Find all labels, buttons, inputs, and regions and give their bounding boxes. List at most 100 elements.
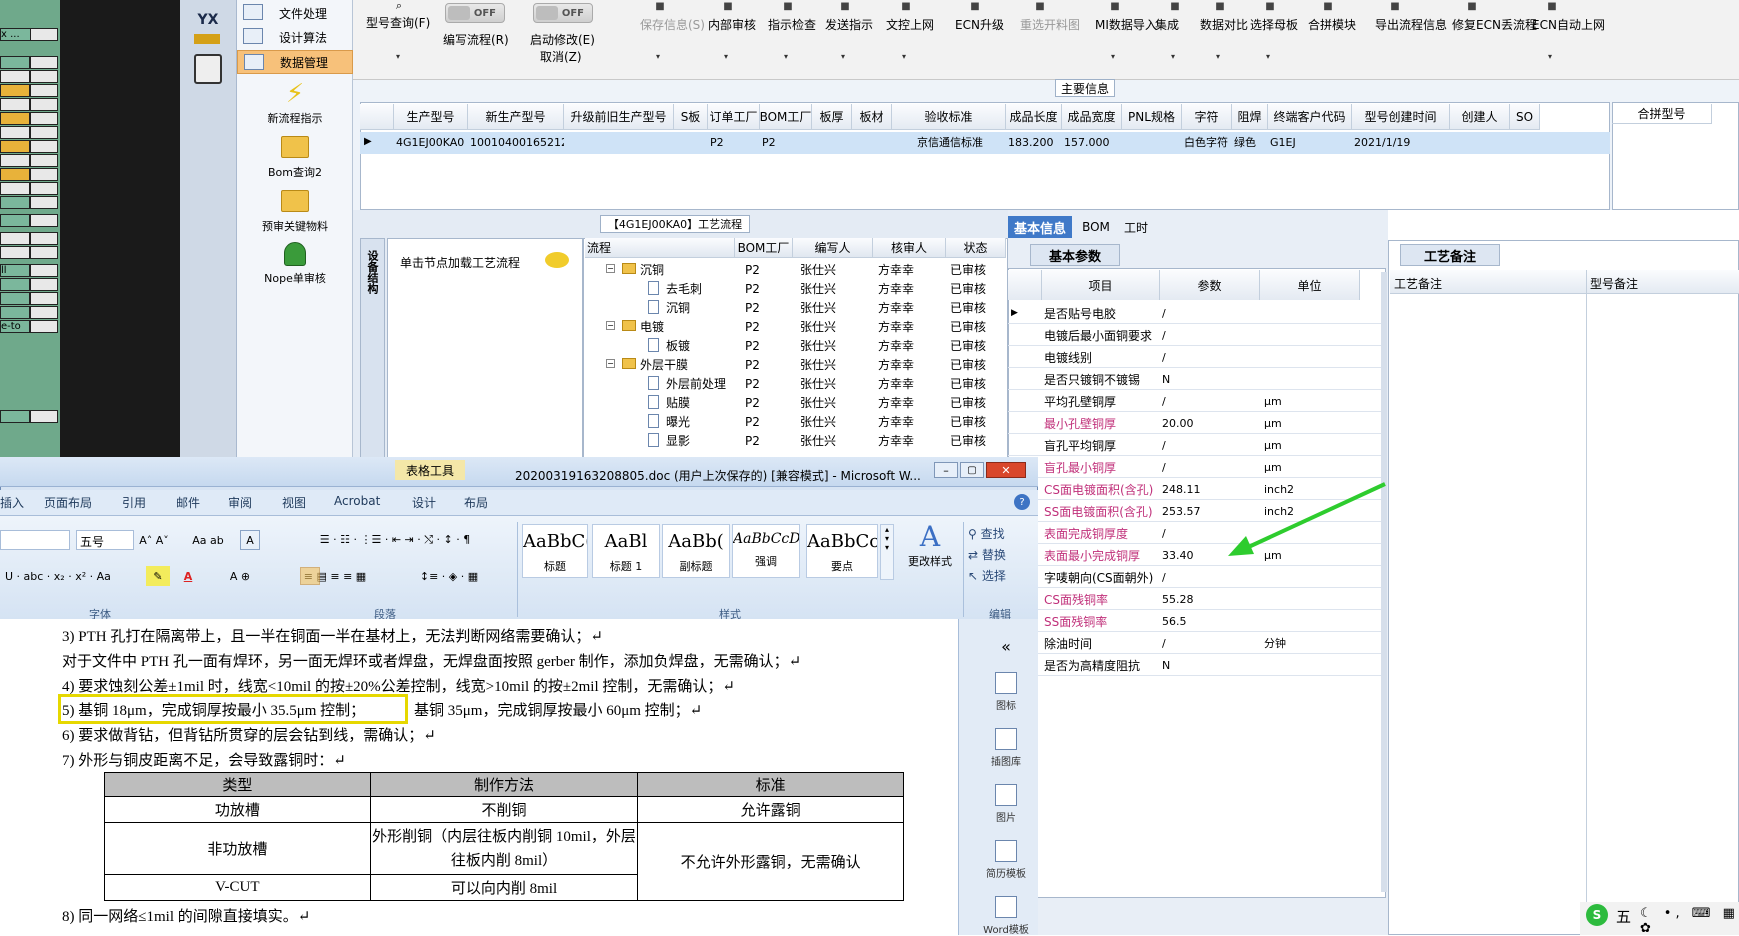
table-cell[interactable]	[566, 132, 674, 152]
calculator-icon[interactable]	[194, 54, 222, 84]
param-item[interactable]: SS面残铜率	[1044, 610, 1160, 632]
param-item[interactable]: 盲孔最小铜厚	[1044, 456, 1160, 478]
table-cell[interactable]: 4G1EJ00KA0	[396, 132, 468, 152]
replace-button[interactable]: ⇄ 替换	[968, 546, 1006, 563]
process-node[interactable]: 贴膜	[666, 393, 690, 412]
word-tab[interactable]: 邮件	[176, 494, 200, 511]
column-header[interactable]: 字符	[1182, 104, 1232, 130]
word-tab[interactable]: 页面布局	[44, 494, 92, 511]
process-node[interactable]: 沉铜	[640, 260, 664, 279]
column-header[interactable]: 升级前旧生产型号	[564, 104, 674, 130]
model-query-button[interactable]: 型号查询(F)	[366, 14, 430, 31]
new-process-button[interactable]: ⚡ 新流程指示	[237, 78, 353, 126]
param-value[interactable]: /	[1162, 390, 1258, 412]
table-cell[interactable]: 157.000	[1064, 132, 1122, 152]
nav-item-algorithm[interactable]: 设计算法	[237, 25, 353, 49]
param-value[interactable]: /	[1162, 324, 1258, 346]
process-col-header[interactable]: 核审人	[873, 238, 946, 258]
toolbar-button-13[interactable]: 选择母板	[1250, 16, 1298, 33]
toolbar-button-7[interactable]: 文控上网	[886, 16, 934, 33]
param-item[interactable]: CS面电镀面积(含孔)	[1044, 478, 1160, 500]
param-item[interactable]: 平均孔壁铜厚	[1044, 390, 1160, 412]
side-panel-button[interactable]: 图标	[982, 672, 1030, 712]
toolbar-button-10[interactable]: MI数据导入	[1095, 16, 1157, 33]
param-value[interactable]: N	[1162, 654, 1258, 676]
param-item[interactable]: 是否贴号电胶	[1044, 302, 1160, 324]
param-value[interactable]: /	[1162, 434, 1258, 456]
process-node[interactable]: 外层前处理	[666, 374, 726, 393]
tab-hours[interactable]: 工时	[1118, 216, 1154, 238]
process-col-header[interactable]: 编写人	[793, 238, 873, 258]
bom-query-button[interactable]: Bom查询2	[237, 136, 353, 180]
word-tab[interactable]: 审阅	[228, 494, 252, 511]
column-header[interactable]: 成品长度	[1006, 104, 1062, 130]
toolbar-button-8[interactable]: ECN升级	[955, 16, 1004, 33]
list-buttons[interactable]: ☰ · ☷ · ⋮☰ · ⇤ ⇥ · ⤭ · ↕ · ¶	[280, 530, 510, 550]
ime-mode[interactable]: 五	[1616, 906, 1631, 927]
column-header[interactable]: 成品宽度	[1062, 104, 1122, 130]
styles-scroll[interactable]: ▴ ▾ ▾	[880, 524, 894, 580]
side-panel-button[interactable]: 图片	[982, 784, 1030, 824]
scrollbar[interactable]	[1381, 272, 1387, 892]
param-value[interactable]: N	[1162, 368, 1258, 390]
style-option[interactable]: AaBbCcD 要点	[806, 524, 878, 578]
style-option[interactable]: AaBbC(标题	[522, 524, 588, 578]
param-item[interactable]: 除油时间	[1044, 632, 1160, 654]
toolbar-button-4[interactable]: 内部审核	[708, 16, 756, 33]
table-cell[interactable]	[814, 132, 852, 152]
collapse-icon[interactable]: «	[996, 636, 1016, 656]
table-cell[interactable]: 京信通信标准	[894, 132, 1006, 152]
column-header[interactable]: 板厚	[812, 104, 852, 130]
param-item[interactable]: 表面最小完成铜厚	[1044, 544, 1160, 566]
column-header[interactable]: 生产型号	[394, 104, 468, 130]
toolbar-button-11[interactable]: 集成	[1155, 16, 1179, 33]
toolbar-button-5[interactable]: 指示检查	[768, 16, 816, 33]
column-header[interactable]: 新生产型号	[468, 104, 564, 130]
param-value[interactable]: /	[1162, 456, 1258, 478]
toolbar-button-3[interactable]: 保存信息(S)	[640, 16, 705, 33]
ime-tool-icons[interactable]: ☾ •, ⌨ ▦ ✿	[1640, 906, 1739, 936]
collapse-icon[interactable]: −	[606, 321, 615, 330]
grow-font-button[interactable]: A˄ A˅	[134, 530, 174, 550]
table-cell[interactable]	[1512, 132, 1540, 152]
word-tab[interactable]: 布局	[464, 494, 488, 511]
column-header[interactable]: 创建人	[1450, 104, 1510, 130]
minimize-button[interactable]: –	[934, 462, 958, 478]
side-panel-button[interactable]: 简历模板	[982, 840, 1030, 880]
style-option[interactable]: AaBbCcD 强调	[732, 524, 800, 578]
nope-review-button[interactable]: Nope单审核	[237, 242, 353, 286]
tab-process-remarks[interactable]: 工艺备注	[1400, 244, 1500, 266]
change-styles-button[interactable]: A 更改样式	[900, 520, 960, 569]
table-cell[interactable]: 绿色	[1234, 132, 1268, 152]
param-item[interactable]: 电镀线别	[1044, 346, 1160, 368]
maximize-button[interactable]: ▢	[960, 462, 984, 478]
param-item[interactable]: 字唛朝向(CS面朝外)	[1044, 566, 1160, 588]
clear-format-button[interactable]: Aa ab	[178, 530, 238, 550]
process-col-header[interactable]: 流程	[585, 238, 735, 258]
param-item[interactable]: SS面电镀面积(含孔)	[1044, 500, 1160, 522]
collapse-icon[interactable]: −	[606, 359, 615, 368]
align-buttons[interactable]: ≡ ▤ ≡ ≡ ▦	[280, 566, 390, 586]
toolbar-button-12[interactable]: 数据对比	[1200, 16, 1248, 33]
word-tab[interactable]: 视图	[282, 494, 306, 511]
side-panel-button[interactable]: Word模板	[982, 896, 1030, 936]
tab-bom[interactable]: BOM	[1078, 216, 1114, 238]
column-header[interactable]: SO	[1510, 104, 1540, 130]
start-modify-toggle[interactable]: OFF	[533, 3, 593, 23]
table-cell[interactable]	[854, 132, 892, 152]
table-cell[interactable]	[676, 132, 708, 152]
toolbar-button-15[interactable]: 导出流程信息	[1375, 16, 1447, 33]
word-tab[interactable]: 引用	[122, 494, 146, 511]
close-button[interactable]: ✕	[986, 462, 1026, 478]
table-cell[interactable]: P2	[762, 132, 812, 152]
toolbar-button-17[interactable]: ECN自动上网	[1532, 16, 1605, 33]
select-button[interactable]: ↖ 选择	[968, 567, 1006, 584]
tab-basic-info[interactable]: 基本信息	[1008, 216, 1072, 238]
param-value[interactable]: 55.28	[1162, 588, 1258, 610]
process-node[interactable]: 板镀	[666, 336, 690, 355]
param-value[interactable]: 56.5	[1162, 610, 1258, 632]
nav-item-file[interactable]: 文件处理	[237, 1, 353, 25]
find-button[interactable]: ⚲ 查找	[968, 525, 1005, 542]
column-header[interactable]: 终端客户代码	[1268, 104, 1352, 130]
param-value[interactable]: /	[1162, 346, 1258, 368]
